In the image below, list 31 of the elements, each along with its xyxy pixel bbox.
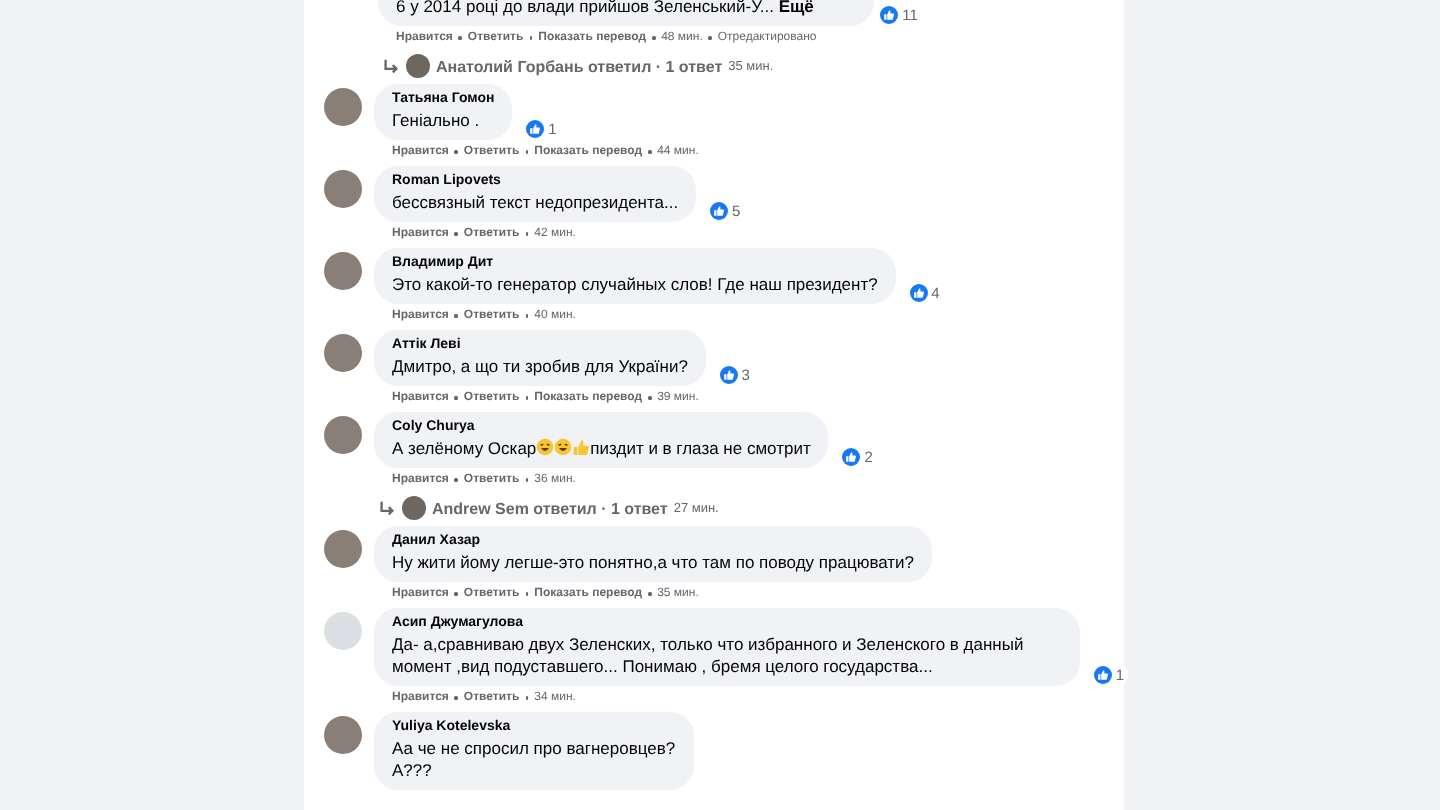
like-icon: [1093, 666, 1112, 684]
laughing-emoji-icon: [554, 438, 573, 456]
like-icon: [909, 284, 928, 302]
comment-text: Да- а,сравниваю двух Зеленских, только что избранного и Зеленского в данный момент ,вид подуставшего... Понимаю , бремя целого государства...: [392, 634, 1026, 678]
avatar-placeholder[interactable]: [324, 530, 362, 568]
avatar-placeholder: [402, 496, 426, 520]
comment-text: А зелёному Оскар пиздит и в глаза не смотрит: [392, 438, 811, 460]
avatar-placeholder: [406, 54, 430, 78]
reply-arrow-icon: [382, 57, 400, 75]
like-icon: [719, 366, 738, 384]
comment-text: 6 у 2014 році до влади прийшов Зеленський-У... Ещё: [396, 0, 814, 18]
avatar-placeholder[interactable]: [324, 88, 362, 126]
like-icon: [709, 202, 728, 220]
avatar-placeholder[interactable]: [324, 334, 362, 372]
comment-text: Аа че не спросил про вагнеровцев?: [392, 738, 676, 760]
avatar-placeholder[interactable]: [324, 252, 362, 290]
comment-text: Геніально .: [392, 110, 482, 132]
avatar-placeholder[interactable]: [324, 716, 362, 754]
comment-text: Дмитро, а що ти зробив для України?: [392, 356, 688, 378]
like-icon: [842, 448, 861, 466]
comment-text: бессвязный текст недопрезидента...: [392, 192, 679, 214]
laughing-emoji-icon: [536, 438, 555, 456]
avatar-placeholder[interactable]: [324, 416, 362, 454]
comment-text: Это какой-то генератор случайных слов! Где наш президент?: [392, 274, 878, 296]
like-icon: [880, 6, 899, 24]
reply-arrow-icon: [378, 499, 396, 517]
like-icon: [526, 120, 545, 138]
comment-text: Ну жити йому легше-это понятно,а что там по поводу працювати?: [392, 552, 915, 574]
comment-text: А???: [392, 760, 434, 782]
avatar-placeholder[interactable]: [324, 170, 362, 208]
thumbs-up-emoji-icon: [572, 438, 591, 456]
